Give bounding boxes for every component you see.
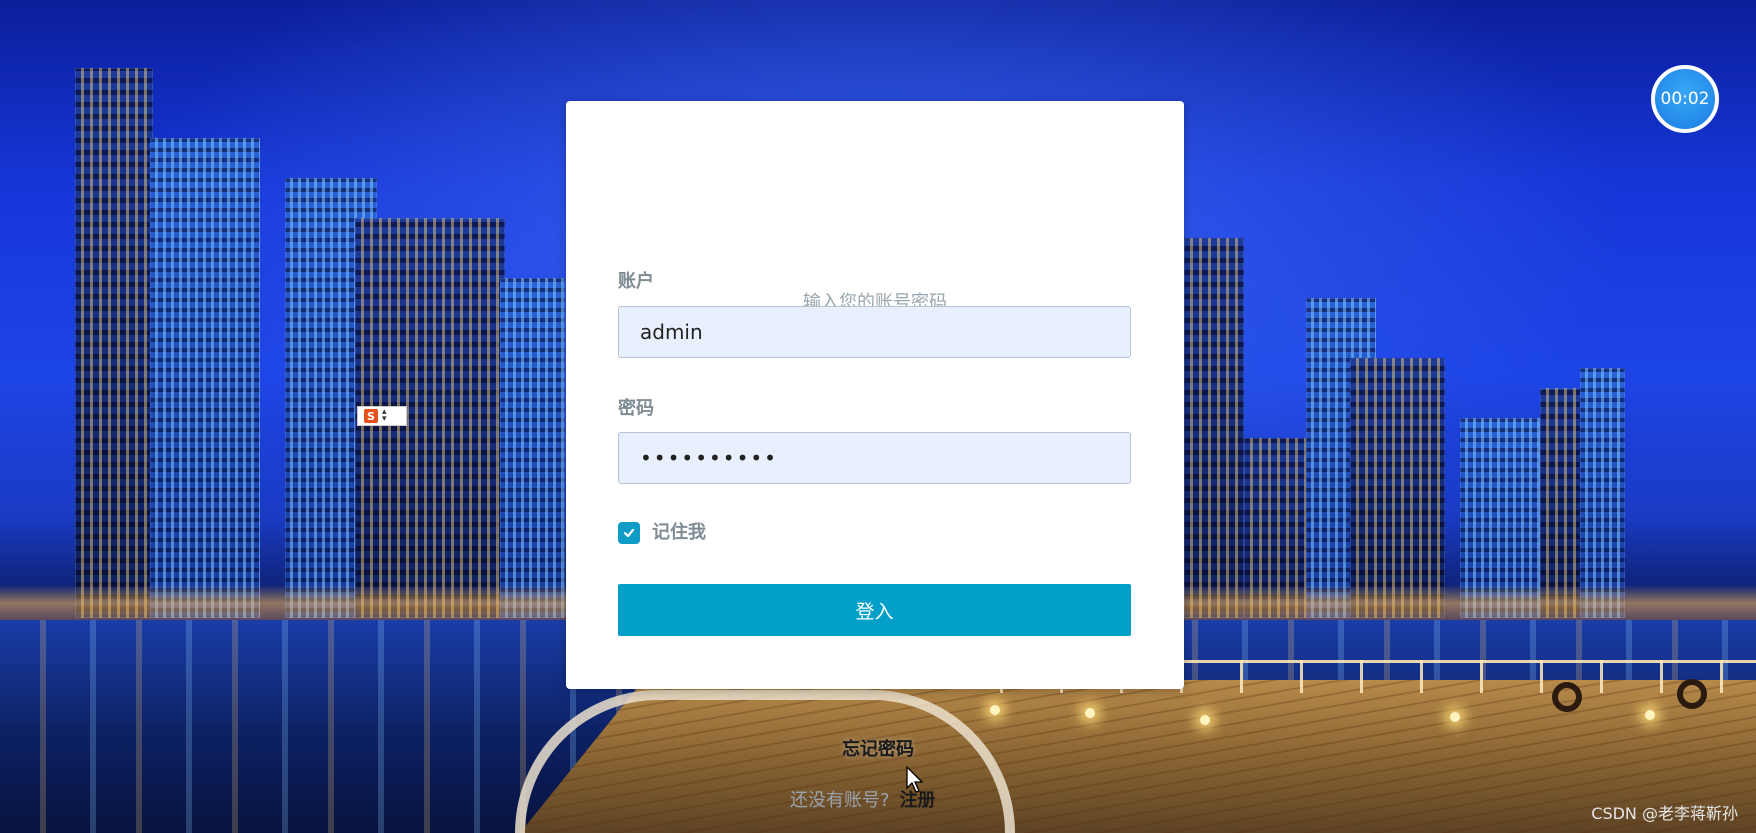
no-account-text: 还没有账号? <box>790 790 890 811</box>
lamp-light <box>1450 712 1460 722</box>
lamp-light <box>1645 710 1655 720</box>
background-building <box>150 138 260 618</box>
login-button[interactable]: 登入 <box>618 584 1131 636</box>
lifebuoy <box>1552 682 1582 712</box>
lifebuoy <box>1677 679 1707 709</box>
forgot-password-link[interactable]: 忘记密码 <box>800 735 956 761</box>
login-card: 输入您的账号密码 账户 密码 记住我 登入 <box>566 101 1184 689</box>
ime-toolbar[interactable]: S ▴ ▾ <box>357 406 407 426</box>
lamp-light <box>1085 708 1095 718</box>
timer-badge: 00:02 <box>1651 65 1719 133</box>
lamp-light <box>1200 715 1210 725</box>
background-bridge <box>515 690 1015 833</box>
remember-label: 记住我 <box>652 522 706 543</box>
mouse-cursor-icon <box>906 766 924 793</box>
background-building <box>1580 368 1625 618</box>
lamp-light <box>990 705 1000 715</box>
login-page: S ▴▾ 输入您的账号密码 账户 密码 记住我 登入 忘记密码 还没有账号?注册… <box>0 0 1756 833</box>
watermark: CSDN @老李蒋靳孙 <box>1591 804 1738 823</box>
background-building <box>75 68 153 618</box>
checkmark-icon <box>623 528 635 538</box>
account-input[interactable] <box>618 306 1131 358</box>
background-building <box>500 278 565 618</box>
background-building <box>1184 238 1244 618</box>
ime-arrows-icon: ▴ ▾ <box>382 407 387 424</box>
remember-checkbox[interactable] <box>618 522 640 544</box>
password-input[interactable] <box>618 432 1131 484</box>
password-label: 密码 <box>618 398 654 419</box>
background-building <box>1350 358 1445 618</box>
account-label: 账户 <box>618 271 654 292</box>
sogou-icon: S <box>364 409 378 423</box>
